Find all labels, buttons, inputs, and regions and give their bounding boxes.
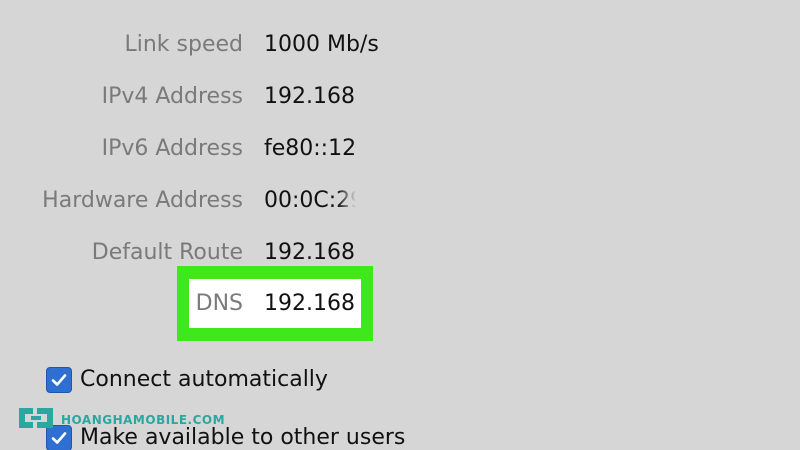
network-details-panel: Link speed 1000 Mb/s IPv4 Address 192.16…	[0, 0, 800, 450]
hardware-address-value: 00:0C:29	[264, 188, 356, 213]
default-route-row: Default Route 192.168.	[0, 235, 800, 271]
watermark-text: HOANGHAMOBILE.COM	[61, 413, 226, 427]
ipv4-value: 192.168.	[264, 84, 356, 109]
link-speed-value: 1000 Mb/s	[264, 32, 379, 57]
link-speed-label: Link speed	[124, 32, 243, 57]
ipv6-value: fe80::12	[264, 136, 356, 161]
dns-value: 192.168.	[264, 291, 356, 316]
hardware-address-row: Hardware Address 00:0C:29	[0, 183, 800, 219]
connect-automatically-label: Connect automatically	[80, 367, 328, 392]
ipv4-row: IPv4 Address 192.168.	[0, 79, 800, 115]
link-speed-row: Link speed 1000 Mb/s	[0, 27, 800, 63]
check-icon	[51, 374, 67, 386]
connect-automatically-checkbox[interactable]	[46, 367, 72, 393]
dns-label: DNS	[195, 291, 243, 316]
ipv6-row: IPv6 Address fe80::12	[0, 131, 800, 167]
ipv6-label: IPv6 Address	[101, 136, 243, 161]
hardware-address-label: Hardware Address	[42, 188, 243, 213]
ipv4-label: IPv4 Address	[101, 84, 243, 109]
hoangha-logo-icon	[19, 408, 53, 428]
dns-row: DNS 192.168.	[0, 286, 800, 322]
